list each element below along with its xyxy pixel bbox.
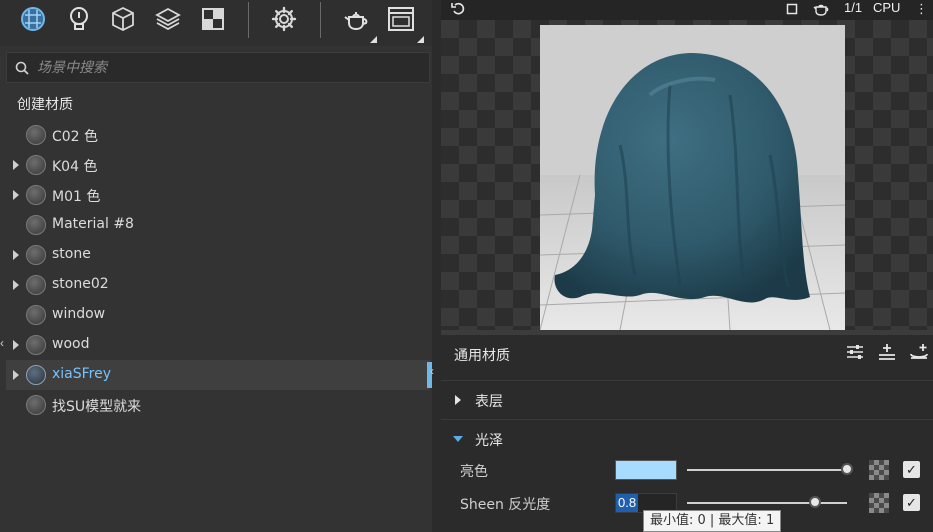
- teapot-icon[interactable]: [340, 4, 372, 34]
- material-label: K04 色: [52, 159, 98, 175]
- material-row[interactable]: 找SU模型就来: [6, 390, 430, 420]
- material-row-selected[interactable]: xiaSFrey: [6, 360, 430, 390]
- material-list: C02 色 K04 色 M01 色 Material #8 stone ston…: [6, 120, 430, 420]
- more-vertical-icon[interactable]: ⋮: [915, 0, 928, 18]
- prop-label: Sheen 反光度: [460, 497, 551, 513]
- texture-icon[interactable]: [197, 4, 229, 34]
- search-icon: [15, 61, 29, 75]
- enable-checkbox[interactable]: ✓: [903, 461, 920, 478]
- group-title: 光泽: [475, 433, 503, 449]
- material-ball-icon: [26, 245, 46, 265]
- material-ball-icon: [26, 335, 46, 355]
- preview-toolbar: 1/1 CPU ⋮: [441, 0, 933, 20]
- layers-icon[interactable]: [152, 4, 184, 34]
- material-row[interactable]: window: [6, 300, 430, 330]
- device-selector[interactable]: CPU: [873, 0, 900, 15]
- enable-checkbox[interactable]: ✓: [903, 494, 920, 511]
- add-material-icon[interactable]: [908, 341, 930, 363]
- teapot-icon[interactable]: [813, 0, 829, 18]
- material-editor-panel: 1/1 CPU ⋮ 通用材质 表层 光泽 亮色 ✓ Sheen 反光度 0.8 …: [441, 0, 933, 532]
- group-title: 表层: [475, 394, 503, 410]
- toolbar-separator: [320, 2, 321, 38]
- search-box[interactable]: [6, 52, 430, 83]
- expand-arrow-icon[interactable]: [13, 250, 19, 260]
- sliders-icon[interactable]: [844, 341, 866, 363]
- material-row[interactable]: C02 色: [6, 120, 430, 150]
- toolbar: [0, 0, 432, 46]
- expand-arrow-icon[interactable]: [13, 280, 19, 290]
- toolbar-separator: [248, 2, 249, 38]
- material-label: 找SU模型就来: [52, 399, 142, 415]
- gear-icon[interactable]: [268, 4, 300, 34]
- material-ball-icon: [26, 305, 46, 325]
- cube-icon[interactable]: [107, 4, 139, 34]
- expand-arrow-icon[interactable]: [455, 395, 461, 405]
- sample-count: 1/1: [844, 0, 863, 15]
- number-value[interactable]: 0.8: [616, 494, 639, 512]
- expand-arrow-icon[interactable]: [13, 190, 19, 200]
- material-label: window: [52, 306, 106, 322]
- slider-handle[interactable]: [841, 463, 853, 475]
- add-layer-icon[interactable]: [876, 341, 898, 363]
- stop-icon[interactable]: [786, 0, 798, 18]
- section-title: 创建材质: [17, 97, 73, 113]
- material-label: M01 色: [52, 189, 101, 205]
- color-swatch[interactable]: [615, 460, 677, 480]
- material-row[interactable]: stone02: [6, 270, 430, 300]
- group-sheen[interactable]: 光泽: [441, 419, 933, 457]
- material-row[interactable]: stone: [6, 240, 430, 270]
- expand-arrow-icon[interactable]: [13, 370, 19, 380]
- material-ball-icon: [26, 275, 46, 295]
- material-label: stone02: [52, 276, 109, 292]
- expand-arrow-icon[interactable]: [13, 160, 19, 170]
- material-preview[interactable]: [441, 20, 933, 330]
- material-ball-icon: [26, 185, 46, 205]
- material-label: Material #8: [52, 216, 134, 232]
- material-ball-icon: [26, 395, 46, 415]
- material-row[interactable]: K04 色: [6, 150, 430, 180]
- material-ball-icon: [26, 155, 46, 175]
- refresh-icon[interactable]: [451, 0, 467, 18]
- texture-slot-icon[interactable]: [869, 493, 889, 513]
- prop-label: 亮色: [460, 464, 488, 480]
- chevron-left-icon[interactable]: ‹: [0, 336, 4, 350]
- properties-header: 通用材质: [441, 335, 933, 371]
- material-ball-icon: [26, 365, 46, 385]
- window-icon[interactable]: [385, 4, 417, 34]
- dropdown-corner-icon: [417, 36, 424, 43]
- texture-slot-icon[interactable]: [869, 460, 889, 480]
- material-label: xiaSFrey: [52, 366, 112, 382]
- preview-render: [540, 25, 845, 330]
- material-ball-icon: [26, 215, 46, 235]
- material-label: wood: [52, 336, 90, 352]
- material-browser-panel: 创建材质 C02 色 K04 色 M01 色 Material #8 stone…: [0, 0, 434, 532]
- prop-row-sheen-color: 亮色 ✓: [441, 455, 933, 485]
- expand-arrow-icon[interactable]: [13, 340, 19, 350]
- slider-track[interactable]: [687, 469, 847, 471]
- collapse-arrow-icon[interactable]: [453, 436, 463, 442]
- slider-track[interactable]: [687, 502, 847, 504]
- group-surface[interactable]: 表层: [441, 380, 933, 418]
- material-label: C02 色: [52, 129, 99, 145]
- material-label: stone: [52, 246, 91, 262]
- light-bulb-icon[interactable]: [63, 4, 95, 34]
- chevron-left-icon[interactable]: ‹: [430, 364, 434, 378]
- material-ball-icon[interactable]: [17, 4, 49, 34]
- material-type-title: 通用材质: [454, 348, 510, 364]
- slider-handle[interactable]: [809, 496, 821, 508]
- dropdown-corner-icon: [370, 36, 377, 43]
- search-input[interactable]: [37, 56, 417, 80]
- material-row[interactable]: M01 色: [6, 180, 430, 210]
- material-ball-icon: [26, 125, 46, 145]
- material-row[interactable]: wood: [6, 330, 430, 360]
- range-tooltip: 最小值: 0 | 最大值: 1: [643, 510, 782, 532]
- material-row[interactable]: Material #8: [6, 210, 430, 240]
